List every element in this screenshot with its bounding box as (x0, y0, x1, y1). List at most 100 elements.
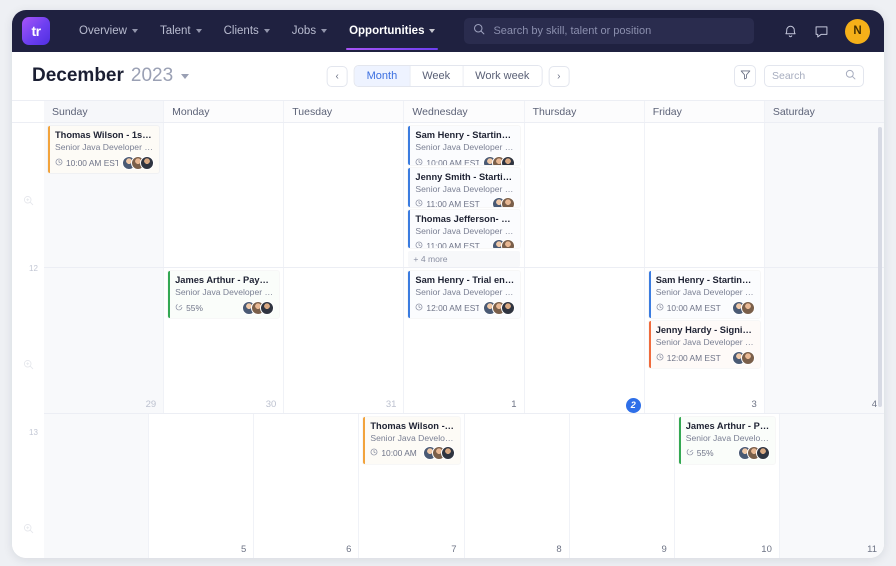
event-subtitle: Senior Java Developer | Oracle... (685, 432, 770, 443)
event-footer: 55% (686, 446, 770, 461)
event-subtitle: Senior Java Developer | Oracl... (55, 142, 154, 152)
chevron-down-icon[interactable] (429, 29, 436, 33)
chevron-down-icon[interactable] (195, 29, 202, 33)
calendar-day-cell[interactable] (645, 123, 765, 268)
event-meta-text: 55% (696, 448, 714, 459)
nav-item-talent[interactable]: Talent (149, 12, 213, 50)
view-tab-month[interactable]: Month (354, 66, 411, 86)
avatar (500, 197, 515, 207)
calendar-event-card[interactable]: Thomas Jefferson- Starting d...Senior Ja… (408, 209, 520, 249)
chevron-down-icon[interactable] (263, 29, 270, 33)
calendar-day-cell[interactable]: 31 (284, 268, 405, 413)
calendar-event-card[interactable]: Thomas Wilson - 1st Interview Senior Java… (48, 126, 160, 173)
calendar-day-cell[interactable]: Sam Henry - Starting dateSenior Java Dev… (404, 123, 525, 268)
event-title: Thomas Wilson - 1st Interview (55, 130, 154, 140)
clock-icon (415, 158, 423, 165)
event-footer: 10:00 AM EST (415, 155, 515, 165)
month-year-selector[interactable]: December 2023 (32, 65, 190, 87)
calendar-day-cell[interactable] (764, 123, 884, 268)
chevron-down-icon[interactable] (131, 29, 138, 33)
attendee-avatars[interactable] (488, 197, 515, 207)
filter-button[interactable] (734, 65, 756, 87)
calendar-search-input[interactable] (772, 70, 841, 82)
event-subtitle: Senior Java Developer | Oracle... (415, 183, 514, 194)
calendar-day-cell[interactable] (284, 123, 405, 268)
day-header-saturday: Saturday (764, 101, 884, 122)
event-meta: 10:00 AM EST (656, 303, 721, 313)
search-icon (845, 67, 856, 85)
avatar (500, 155, 515, 165)
calendar-day-cell[interactable]: 2 (525, 268, 645, 413)
calendar-event-card[interactable]: Jenny Smith - Starting dateSenior Java D… (408, 167, 520, 207)
attendee-avatars[interactable] (419, 446, 455, 461)
vertical-scrollbar[interactable] (878, 127, 882, 407)
calendar-week-row: Thomas Wilson - 1st Interview Senior Java… (44, 123, 884, 269)
calendar-event-card[interactable]: Sam Henry - Starting dateSenior Java Dev… (408, 126, 520, 165)
calendar-day-cell[interactable]: 6 (254, 413, 360, 558)
attendee-avatars[interactable] (488, 239, 515, 249)
attendee-avatars[interactable] (728, 300, 755, 315)
prev-period-button[interactable]: ‹ (326, 65, 348, 87)
user-avatar[interactable]: N (845, 18, 870, 44)
calendar-day-cell[interactable]: Thomas Wilson - 1st InterviewSenior Java… (359, 413, 465, 558)
calendar-day-cell[interactable] (525, 123, 645, 268)
clock-icon (55, 158, 63, 168)
attendee-avatars[interactable] (728, 350, 755, 365)
attendee-avatars[interactable] (734, 446, 770, 461)
calendar-day-cell[interactable]: 8 (465, 413, 570, 558)
nav-item-clients[interactable]: Clients (213, 12, 281, 50)
global-search[interactable] (464, 18, 755, 44)
event-meta: 55% (686, 448, 714, 458)
calendar-day-cell[interactable]: 11 (779, 413, 884, 558)
event-subtitle: Senior Java Developer | Oracle... (175, 287, 274, 298)
day-header-friday: Friday (644, 101, 765, 122)
app-logo[interactable]: tr (22, 17, 50, 45)
day-number: 30 (265, 398, 277, 410)
nav-item-opportunities[interactable]: Opportunities (338, 12, 446, 50)
zoom-in-icon[interactable] (23, 521, 34, 539)
attendee-avatars[interactable] (479, 300, 515, 315)
calendar-day-cell[interactable]: 29 (44, 268, 165, 413)
calendar-event-card[interactable]: James Arthur - Payment dateSenior Java D… (678, 416, 775, 464)
calendar-event-card[interactable]: Jenny Hardy - Signing contractSenior Jav… (648, 321, 760, 369)
calendar-day-cell[interactable]: 9 (570, 413, 675, 558)
chevron-down-icon[interactable] (181, 73, 190, 79)
calendar-day-cell[interactable]: 4 (764, 268, 884, 413)
calendar-event-card[interactable]: Thomas Wilson - 1st InterviewSenior Java… (363, 416, 460, 464)
clock-icon (656, 353, 664, 363)
event-meta: 10:00 AM EST (60 ... (370, 448, 419, 458)
avatar (740, 300, 755, 315)
view-tab-week[interactable]: Week (410, 66, 464, 86)
avatar (440, 446, 455, 461)
attendee-avatars[interactable] (118, 155, 155, 170)
attendee-avatars[interactable] (238, 300, 275, 315)
calendar-day-cell[interactable]: 5 (149, 413, 255, 558)
zoom-in-icon[interactable] (23, 357, 34, 375)
next-period-button[interactable]: › (548, 65, 570, 87)
nav-item-jobs[interactable]: Jobs (281, 12, 338, 50)
attendee-avatars[interactable] (479, 155, 515, 165)
calendar-event-card[interactable]: James Arthur - Payment dateSenior Java D… (168, 271, 280, 319)
event-meta: 55% (175, 303, 203, 313)
calendar-day-cell[interactable] (164, 123, 285, 268)
avatar (500, 300, 515, 315)
global-search-input[interactable] (493, 25, 746, 37)
chevron-down-icon[interactable] (321, 29, 328, 33)
calendar-event-card[interactable]: Sam Henry - Trial ended Senior Java Devel… (408, 271, 520, 319)
calendar-grid-container: 12 13 Sunday Monday Tuesday Wednesday Thursda… (12, 100, 884, 558)
view-tab-work-week[interactable]: Work week (463, 66, 542, 86)
event-footer: 12:00 AM EST (415, 300, 515, 315)
calendar-day-cell[interactable]: James Arthur - Payment dateSenior Java D… (675, 413, 780, 558)
more-events-link[interactable]: + 4 more (408, 251, 520, 268)
bell-icon[interactable] (783, 24, 798, 39)
calendar-day-cell[interactable]: James Arthur - Payment dateSenior Java D… (164, 268, 285, 413)
calendar-day-cell[interactable] (44, 413, 150, 558)
calendar-event-card[interactable]: Sam Henry - Starting dateSenior Java Dev… (648, 271, 760, 319)
nav-item-overview[interactable]: Overview (68, 12, 149, 50)
calendar-search[interactable] (764, 65, 864, 87)
chat-icon[interactable] (814, 24, 829, 39)
zoom-in-icon[interactable] (23, 193, 34, 211)
calendar-day-cell[interactable]: Sam Henry - Trial ended Senior Java Devel… (404, 268, 525, 413)
calendar-day-cell[interactable]: Sam Henry - Starting dateSenior Java Dev… (645, 268, 765, 413)
calendar-day-cell[interactable]: Thomas Wilson - 1st Interview Senior Java… (44, 123, 165, 268)
